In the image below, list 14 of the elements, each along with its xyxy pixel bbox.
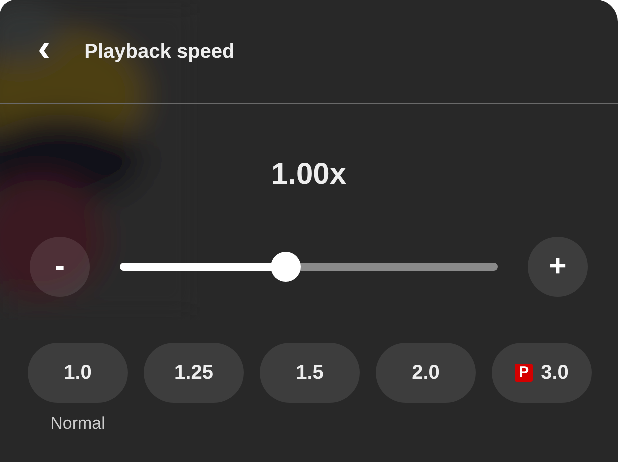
decrease-button[interactable]: - (30, 237, 90, 297)
speed-reading: 1.00x (270, 157, 348, 192)
increase-button[interactable]: + (528, 237, 588, 297)
speed-chip[interactable]: 1.5 (260, 343, 360, 403)
chip-caption: Normal (50, 413, 106, 435)
back-button[interactable]: ‹ (34, 30, 55, 74)
speed-chip[interactable]: 1.0 (28, 343, 128, 403)
speed-chip[interactable]: P 3.0 (492, 343, 592, 403)
slider-thumb[interactable] (271, 252, 302, 282)
speed-chip[interactable]: 1.25 (144, 343, 244, 403)
speed-slider[interactable] (120, 252, 498, 282)
speed-chip[interactable]: 2.0 (376, 343, 476, 403)
premium-badge: P (515, 364, 534, 382)
menu-title: Playback speed (84, 40, 235, 64)
